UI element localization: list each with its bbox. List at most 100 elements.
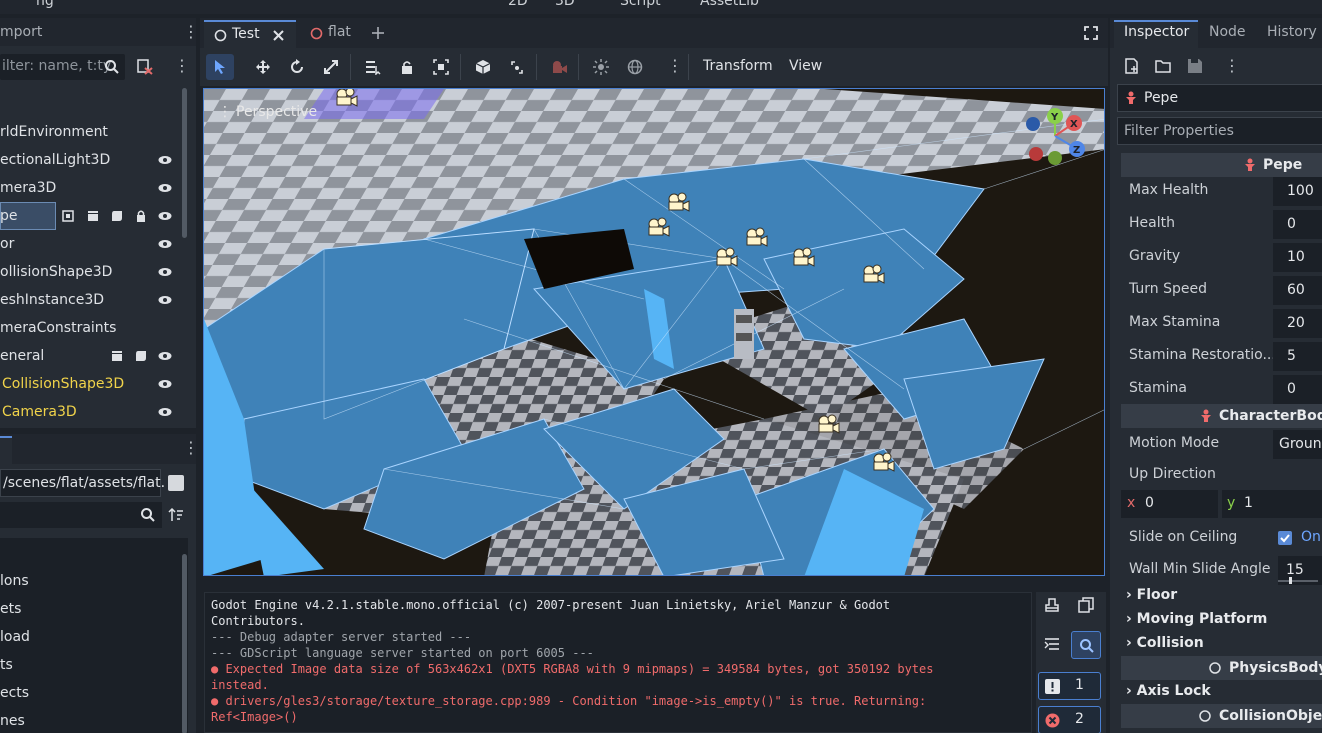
tree-item-collision-shape[interactable]: ollisionShape3D <box>0 258 180 286</box>
perspective-menu[interactable]: Perspective <box>214 100 317 124</box>
filesystem-scrollbar[interactable] <box>182 554 187 733</box>
inspected-node-field[interactable]: Pepe <box>1117 84 1322 112</box>
select-mode-button[interactable] <box>206 54 234 80</box>
scale-mode-button[interactable] <box>317 54 345 80</box>
filesystem-menu-icon[interactable]: ⋮ <box>183 440 199 456</box>
close-icon[interactable] <box>272 29 285 42</box>
tab-test[interactable]: Test <box>204 20 296 48</box>
eye-icon[interactable] <box>158 155 172 165</box>
prop-value[interactable]: 20 <box>1273 309 1322 338</box>
eye-icon[interactable] <box>158 267 172 277</box>
move-mode-button[interactable] <box>249 54 277 80</box>
tree-item-general-camera[interactable]: Camera3D <box>0 398 180 426</box>
up-direction-y-field[interactable]: y 1 <box>1222 490 1322 518</box>
tree-item-anchor[interactable]: or <box>0 230 180 258</box>
warnings-filter-button[interactable]: 1 <box>1038 672 1101 700</box>
new-resource-icon[interactable] <box>1124 58 1140 74</box>
list-item[interactable]: ects <box>0 685 29 701</box>
script-icon[interactable] <box>111 210 123 222</box>
tree-item-camera3d[interactable]: mera3D <box>0 174 180 202</box>
eye-icon[interactable] <box>158 239 172 249</box>
collapse-icon[interactable] <box>1044 637 1060 653</box>
list-item[interactable]: lons <box>0 573 29 589</box>
topbar-assetlib[interactable]: AssetLib <box>700 0 759 9</box>
scene-tree-scrollbar[interactable] <box>182 88 187 238</box>
filesystem-path-input[interactable]: /scenes/flat/assets/flat. <box>0 469 165 497</box>
prop-value[interactable]: 0 <box>1273 375 1322 404</box>
topbar-item[interactable]: ng <box>36 0 54 9</box>
eye-icon[interactable] <box>158 351 172 361</box>
filesystem-search-input[interactable] <box>0 502 162 528</box>
tree-item-general[interactable]: eneral <box>0 342 180 370</box>
scene-filter-input[interactable]: ilter: name, t:ty <box>0 54 125 80</box>
add-tab-icon[interactable] <box>371 26 385 40</box>
3d-viewport[interactable] <box>203 88 1105 576</box>
rotate-mode-button[interactable] <box>283 54 311 80</box>
output-log[interactable]: Godot Engine v4.2.1.stable.mono.official… <box>204 592 1032 733</box>
prop-value[interactable]: 5 <box>1273 342 1322 371</box>
clapper-icon[interactable] <box>87 210 99 222</box>
tab-inspector[interactable]: Inspector <box>1124 24 1189 40</box>
open-folder-icon[interactable] <box>1155 58 1171 74</box>
scene-options-icon[interactable]: ⋮ <box>174 58 190 74</box>
tree-item-general-collision[interactable]: CollisionShape3D <box>0 370 180 398</box>
search-log-button[interactable] <box>1071 631 1101 659</box>
eye-icon[interactable] <box>158 379 172 389</box>
preview-camera-button[interactable] <box>545 54 573 80</box>
subsection-moving-platform[interactable]: › Moving Platform <box>1126 611 1267 627</box>
clapper-icon[interactable] <box>111 350 123 362</box>
section-collision-object[interactable]: CollisionObject <box>1121 704 1322 728</box>
section-physics-body[interactable]: PhysicsBody3 <box>1121 656 1322 680</box>
tab-flat[interactable]: flat <box>300 20 362 48</box>
errors-filter-button[interactable]: 2 <box>1038 706 1101 733</box>
snap-button[interactable] <box>503 54 531 80</box>
list-select-button[interactable] <box>359 54 387 80</box>
list-item[interactable]: nes <box>0 713 25 729</box>
list-item[interactable]: ets <box>0 601 21 617</box>
tree-item-directional-light[interactable]: ectionalLight3D <box>0 146 180 174</box>
axis-gizmo[interactable]: Y X Z <box>1022 106 1088 168</box>
view-menu[interactable]: View <box>789 58 822 74</box>
filter-properties-input[interactable]: Filter Properties <box>1117 117 1322 145</box>
save-icon[interactable] <box>1187 58 1203 74</box>
scene-instance-icon[interactable] <box>62 210 74 222</box>
toggle-split-icon[interactable] <box>168 475 184 491</box>
tree-item-pepe[interactable]: pe <box>0 202 182 230</box>
tree-item-mesh-instance[interactable]: eshInstance3D <box>0 286 180 314</box>
lock-icon[interactable] <box>135 210 147 222</box>
import-tab[interactable]: mport <box>0 24 42 40</box>
angle-slider-handle[interactable] <box>1289 577 1292 584</box>
eye-icon[interactable] <box>158 211 172 221</box>
subsection-floor[interactable]: › Floor <box>1126 587 1177 603</box>
scene-dock-menu-icon[interactable]: ⋮ <box>183 24 199 40</box>
tab-node[interactable]: Node <box>1209 24 1246 40</box>
subsection-axis-lock[interactable]: › Axis Lock <box>1126 683 1211 699</box>
tree-item-camera-constraints[interactable]: meraConstraints <box>0 314 180 342</box>
sort-icon[interactable] <box>168 507 184 523</box>
topbar-script[interactable]: Script <box>620 0 661 9</box>
tab-history[interactable]: History <box>1267 24 1317 40</box>
eye-icon[interactable] <box>158 407 172 417</box>
sun-preview-button[interactable] <box>587 54 615 80</box>
distraction-free-icon[interactable] <box>1084 26 1098 40</box>
list-item[interactable]: load <box>0 629 30 645</box>
environment-menu-icon[interactable]: ⋮ <box>667 58 683 74</box>
eye-icon[interactable] <box>158 295 172 305</box>
up-direction-x-field[interactable]: x 0 <box>1121 490 1218 518</box>
copy-icon[interactable] <box>1078 597 1094 613</box>
inspector-options-icon[interactable]: ⋮ <box>1224 58 1240 74</box>
topbar-3d[interactable]: 3D <box>555 0 575 9</box>
prop-value[interactable]: 0 <box>1273 210 1322 239</box>
prop-value[interactable]: 100 <box>1273 177 1322 206</box>
script-icon[interactable] <box>135 350 147 362</box>
tree-item-world-environment[interactable]: rldEnvironment <box>0 118 180 146</box>
transform-menu[interactable]: Transform <box>703 58 773 74</box>
filesystem-tab[interactable] <box>0 436 12 464</box>
topbar-2d[interactable]: 2D <box>508 0 528 9</box>
eye-icon[interactable] <box>158 183 172 193</box>
use-local-space-button[interactable] <box>469 54 497 80</box>
group-selected-button[interactable] <box>427 54 455 80</box>
section-pepe[interactable]: Pepe <box>1121 153 1322 177</box>
prop-value[interactable]: 10 <box>1273 243 1322 272</box>
motion-mode-dropdown[interactable]: Ground <box>1273 430 1322 459</box>
